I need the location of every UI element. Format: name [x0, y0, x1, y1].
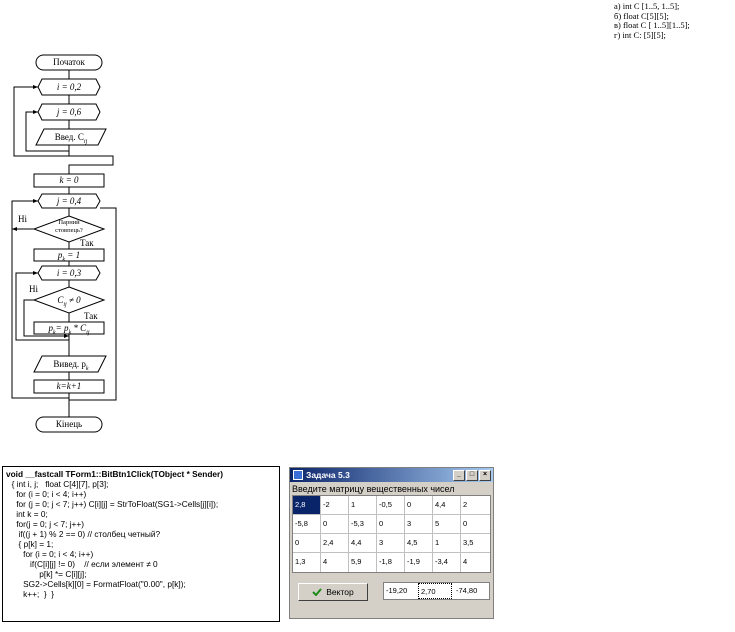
grid-cell[interactable]: 1 — [433, 534, 461, 553]
result-cell[interactable]: -19,20 — [384, 583, 418, 599]
grid-cell[interactable]: 5,9 — [349, 553, 377, 572]
code-line: p[k] *= C[i][j]; — [7, 569, 87, 579]
title-bar[interactable]: Задача 5.3 _ □ × — [290, 468, 493, 482]
loop-j-label: j = 0,6 — [56, 107, 82, 117]
flowchart: Початок i = 0,2 j = 0,6 Введ. Cij k = 0 … — [0, 0, 300, 440]
grid-cell[interactable]: -5,3 — [349, 515, 377, 534]
code-line: { p[k] = 1; — [7, 539, 54, 549]
grid-cell[interactable]: -5,8 — [293, 515, 321, 534]
decision-even-label: Парний стовпець? — [55, 219, 83, 234]
grid-cell[interactable]: -1,9 — [405, 553, 433, 572]
yes-label-2: Так — [84, 311, 98, 321]
grid-vline — [432, 496, 433, 572]
grid-hline — [293, 514, 490, 515]
option-d: г) int C: [5][5]; — [614, 29, 666, 40]
grid-cell[interactable]: -2 — [321, 496, 349, 515]
answer-options: а) int C [1..5, 1..5]; б) float C[5][5];… — [614, 1, 690, 40]
no-label-2: Ні — [29, 284, 38, 294]
end-label: Кінець — [55, 419, 83, 429]
grid-vline — [348, 496, 349, 572]
prompt-label: Введите матрицу вещественных чисел — [292, 484, 455, 494]
output-label: Вивед. pk — [53, 359, 89, 372]
code-line: { int i, j; float C[4][7], p[3]; — [7, 479, 109, 489]
grid-cell[interactable]: 2 — [461, 496, 489, 515]
grid-cell[interactable]: 4,4 — [433, 496, 461, 515]
grid-cell[interactable]: 3,5 — [461, 534, 489, 553]
code-line: int k = 0; — [7, 509, 48, 519]
loop-i2-label: i = 0,3 — [56, 268, 82, 278]
incr-k-label: k=k+1 — [56, 381, 82, 391]
vector-button[interactable]: Вектор — [298, 583, 368, 601]
minimize-button[interactable]: _ — [453, 470, 465, 481]
window-title: Задача 5.3 — [306, 470, 350, 480]
input-label: Введ. Cij — [54, 132, 88, 145]
code-header: void __fastcall TForm1::BitBtn1Click(TOb… — [6, 469, 223, 479]
app-window: Задача 5.3 _ □ × Введите матрицу веществ… — [289, 467, 494, 619]
grid-vline — [460, 496, 461, 572]
grid-cell[interactable]: 0 — [293, 534, 321, 553]
grid-cell[interactable]: 2,4 — [321, 534, 349, 553]
decision-c-label: Cij ≠ 0 — [57, 295, 81, 308]
assign-p-label: pk = 1 — [57, 250, 81, 263]
result-cell[interactable]: -74,80 — [454, 583, 490, 599]
grid-cell[interactable]: 0 — [377, 515, 405, 534]
grid-cell[interactable]: 4,5 — [405, 534, 433, 553]
code-listing: void __fastcall TForm1::BitBtn1Click(TOb… — [2, 466, 280, 622]
code-line: if((j + 1) % 2 == 0) // столбец четный? — [7, 529, 161, 539]
code-line: SG2->Cells[k][0] = FormatFloat("0.00", p… — [7, 579, 186, 589]
check-icon — [312, 588, 323, 596]
grid-cell[interactable]: 3 — [405, 515, 433, 534]
grid-cell[interactable]: 2,8 — [293, 496, 321, 515]
grid-hline — [293, 552, 490, 553]
grid-cell[interactable]: 1,3 — [293, 553, 321, 572]
grid-cell[interactable]: -0,5 — [377, 496, 405, 515]
maximize-button[interactable]: □ — [466, 470, 478, 481]
yes-label-1: Так — [80, 238, 94, 248]
code-line: for (i = 0; i < 4; i++) — [7, 549, 94, 559]
matrix-grid[interactable]: 2,8 -2 1 -0,5 0 4,4 2 -5,8 0 -5,3 0 3 5 0 0 2,4 4,4 3 4,5 1… — [292, 495, 491, 573]
grid-cell[interactable]: -3,4 — [433, 553, 461, 572]
code-line: for(j = 0; j < 7; j++) — [7, 519, 85, 529]
grid-vline — [320, 496, 321, 572]
grid-cell[interactable]: 4,4 — [349, 534, 377, 553]
code-line: k++; } } — [7, 589, 55, 599]
result-cell[interactable]: 2,70 — [418, 583, 452, 599]
grid-cell[interactable]: 0 — [461, 515, 489, 534]
app-icon — [293, 470, 303, 480]
mult-label: pk= pk * Cij — [48, 323, 90, 336]
code-line: for (i = 0; i < 4; i++) — [7, 489, 87, 499]
loop-j2-label: j = 0,4 — [56, 196, 82, 206]
assign-k-label: k = 0 — [59, 175, 79, 185]
grid-cell[interactable]: 5 — [433, 515, 461, 534]
grid-cell[interactable]: 0 — [321, 515, 349, 534]
grid-cell[interactable]: 4 — [321, 553, 349, 572]
code-line: if(C[i][j] != 0) // если элемент ≠ 0 — [7, 559, 158, 569]
grid-cell[interactable]: 3 — [377, 534, 405, 553]
result-grid[interactable]: -19,20 2,70 -74,80 — [383, 582, 490, 600]
close-button[interactable]: × — [479, 470, 491, 481]
grid-hline — [293, 533, 490, 534]
start-label: Початок — [53, 57, 85, 67]
grid-cell[interactable]: 0 — [405, 496, 433, 515]
grid-vline — [404, 496, 405, 572]
loop-i-label: i = 0,2 — [56, 82, 82, 92]
grid-vline — [376, 496, 377, 572]
code-line: for (j = 0; j < 7; j++) C[i][j] = StrToF… — [7, 499, 219, 509]
vector-button-label: Вектор — [326, 587, 354, 597]
grid-cell[interactable]: 1 — [349, 496, 377, 515]
grid-cell[interactable]: -1,8 — [377, 553, 405, 572]
no-label-1: Ні — [18, 214, 27, 224]
grid-cell[interactable]: 4 — [461, 553, 489, 572]
